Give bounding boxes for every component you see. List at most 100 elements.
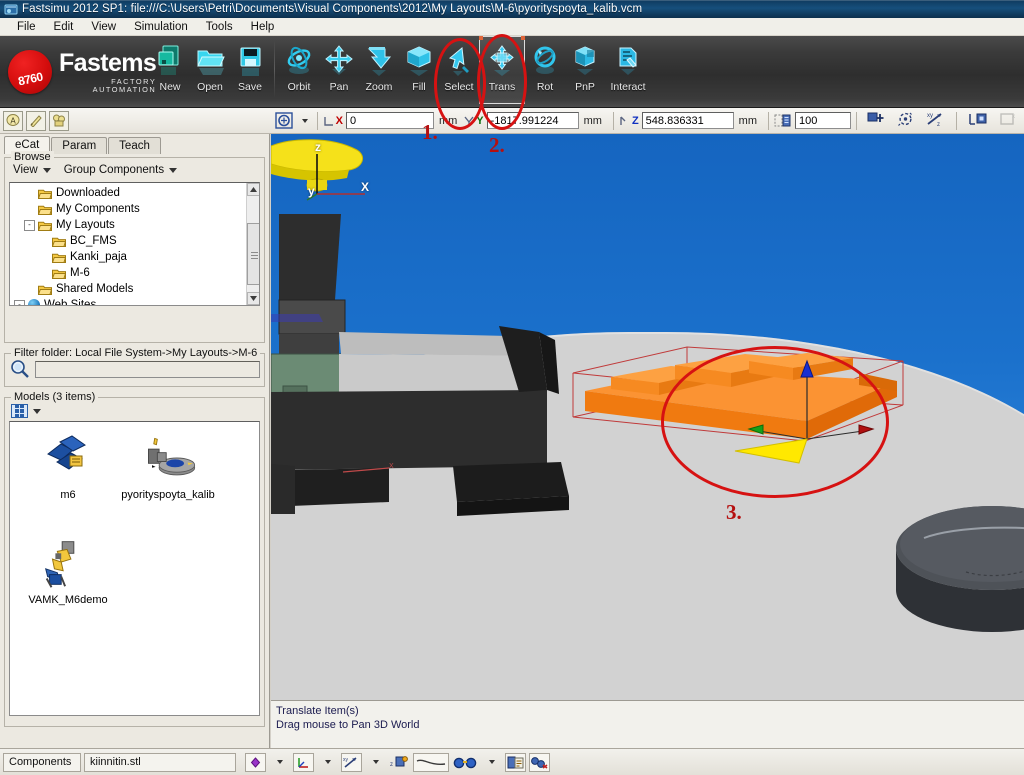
toolbar-separator [274, 40, 275, 98]
tree-item-my-layouts[interactable]: - My Layouts [14, 217, 259, 233]
tree-item-kanki-paja[interactable]: Kanki_paja [14, 249, 259, 265]
rotary-table-model [896, 506, 1024, 632]
scroll-down-arrow-icon[interactable] [247, 292, 259, 305]
coordinate-frame-icon[interactable] [293, 752, 314, 772]
coordinate-frame-dropdown-icon[interactable] [317, 753, 338, 772]
properties-list-icon[interactable] [505, 752, 526, 772]
snap-point-icon[interactable] [896, 111, 915, 130]
group-components-label[interactable]: Group Components [64, 164, 164, 176]
tree-item-my-components[interactable]: My Components [14, 201, 259, 217]
models-view-chevron-down-icon[interactable] [33, 408, 41, 414]
view-menu-chevron-down-icon[interactable] [42, 167, 51, 173]
models-grid[interactable]: m6 pyorityspoyta_kalib VAMK_M6demo [9, 421, 260, 716]
coordinate-mode-dropdown-icon[interactable] [301, 118, 308, 123]
model-item-m6[interactable]: m6 [18, 430, 118, 501]
pencil-measure-icon[interactable] [26, 110, 46, 131]
group-components-chevron-down-icon[interactable] [169, 167, 178, 173]
fill-button[interactable]: Fill [399, 36, 439, 104]
x-coordinate-input[interactable]: 0 [345, 112, 434, 129]
glasses-icon[interactable] [452, 753, 478, 772]
open-button[interactable]: Open [190, 36, 230, 104]
viewport-status-panel: Translate Item(s) Drag mouse to Pan 3D W… [271, 700, 1024, 748]
interact-button-label: Interact [610, 81, 646, 93]
tree-scrollbar[interactable] [246, 183, 259, 305]
menu-item-tools[interactable]: Tools [197, 20, 242, 34]
tree-item-shared-models[interactable]: Shared Models [14, 281, 259, 297]
annotation-a-icon[interactable]: A [3, 110, 23, 131]
measure-axis-icon[interactable]: xy [341, 752, 362, 772]
orbit-icon [282, 42, 316, 80]
status-line-hint: Drag mouse to Pan 3D World [276, 719, 420, 731]
view-menu-label[interactable]: View [13, 164, 38, 176]
delete-link-icon[interactable] [529, 752, 550, 772]
pan-button-label: Pan [329, 81, 349, 93]
snap-frame-icon[interactable] [967, 111, 988, 130]
components-group-icon[interactable] [49, 110, 69, 131]
annotation-number-2: 2. [489, 133, 505, 157]
menu-item-simulation[interactable]: Simulation [125, 20, 197, 34]
new-button[interactable]: New [150, 36, 190, 104]
svg-text:xy: xy [343, 757, 349, 763]
search-magnifier-icon[interactable] [9, 359, 31, 379]
grid-step-input[interactable]: 100 [795, 112, 851, 129]
snap-object-icon[interactable]: z [389, 753, 410, 772]
filter-search-input[interactable] [35, 360, 260, 378]
coordinate-mode-icon[interactable] [274, 111, 294, 130]
model-item-pyorityspoyta-kalib[interactable]: pyorityspoyta_kalib [118, 430, 218, 501]
grid-step-icon[interactable] [774, 113, 791, 128]
menu-item-help[interactable]: Help [242, 20, 284, 34]
svg-text:A: A [10, 117, 16, 126]
model-item-label: pyorityspoyta_kalib [121, 489, 215, 501]
browse-legend: Browse [11, 151, 54, 163]
folder-icon [51, 252, 67, 263]
application-window: Fastsimu 2012 SP1: file:///C:\Users\Petr… [0, 0, 1024, 775]
tree-item-web-sites[interactable]: - Web Sites [14, 297, 259, 306]
tree-item-bc-fms[interactable]: BC_FMS [14, 233, 259, 249]
title-bar: Fastsimu 2012 SP1: file:///C:\Users\Petr… [0, 0, 1024, 18]
tree-scrollbar-thumb[interactable] [247, 223, 259, 285]
catalog-tree[interactable]: Downloaded My Components - My Layouts BC… [9, 182, 260, 306]
curve-icon[interactable] [413, 752, 449, 772]
models-toolbar [9, 401, 260, 421]
z-coordinate-input[interactable]: 548.836331 [641, 112, 734, 129]
pick-and-place-button-label: PnP [575, 81, 595, 93]
grid-view-icon[interactable] [11, 404, 28, 418]
pick-and-place-button[interactable]: PnP [565, 36, 605, 104]
svg-text:xy: xy [927, 113, 933, 119]
tab-param[interactable]: Param [51, 137, 108, 154]
rotate-button[interactable]: Rot [525, 36, 565, 104]
rotate-icon [528, 42, 562, 80]
new-document-icon [155, 42, 185, 80]
tree-expander-icon[interactable]: - [24, 219, 35, 231]
3d-viewport[interactable]: z y X X 3. [271, 134, 1024, 700]
snap-axis-icon[interactable]: xy z [925, 111, 946, 130]
x-axis-label: X [323, 115, 343, 127]
svg-text:x: x [1012, 114, 1015, 120]
zoom-button[interactable]: Zoom [359, 36, 399, 104]
open-folder-icon [195, 42, 225, 80]
tab-teach[interactable]: Teach [108, 137, 161, 154]
measure-axis-dropdown-icon[interactable] [365, 753, 386, 772]
save-button[interactable]: Save [230, 36, 270, 104]
save-disk-icon [235, 42, 265, 80]
menu-item-view[interactable]: View [82, 20, 125, 34]
menu-item-file[interactable]: File [8, 20, 45, 34]
fill-icon [402, 42, 436, 80]
tree-expander-icon[interactable]: - [14, 299, 25, 305]
model-item-vamk-m6demo[interactable]: VAMK_M6demo [18, 535, 118, 606]
scroll-up-arrow-icon[interactable] [247, 183, 259, 196]
point-diamond-dropdown-icon[interactable] [269, 753, 290, 772]
orbit-button[interactable]: Orbit [279, 36, 319, 104]
tree-item-m-6[interactable]: M-6 [14, 265, 259, 281]
menu-item-edit[interactable]: Edit [45, 20, 83, 34]
globe-icon [28, 299, 40, 305]
pan-button[interactable]: Pan [319, 36, 359, 104]
tree-item-downloaded[interactable]: Downloaded [14, 185, 259, 201]
annotation-number-3: 3. [726, 500, 742, 524]
pan-icon [322, 42, 356, 80]
interact-button[interactable]: Interact [605, 36, 651, 104]
glasses-dropdown-icon[interactable] [481, 753, 502, 772]
snap-move-icon[interactable] [867, 111, 886, 130]
point-diamond-icon[interactable] [245, 752, 266, 772]
tree-item-label: Web Sites [44, 299, 97, 306]
